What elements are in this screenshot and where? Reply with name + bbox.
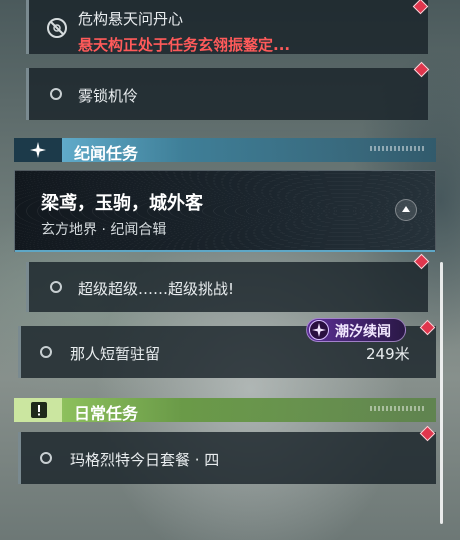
event-badge[interactable]: 潮汐续闻 <box>306 318 406 342</box>
quest-item-top-active[interactable]: 危构悬天问丹心 悬天构正处于任务玄翎振鍪定... <box>26 0 428 54</box>
section-header-story[interactable]: 纪闻任务 <box>14 138 436 163</box>
featured-accent-line <box>15 250 435 252</box>
quest-warning-text: 悬天构正处于任务玄翎振鍪定... <box>78 36 291 54</box>
quest-item-bar <box>18 432 21 484</box>
step-circle-icon <box>50 281 62 293</box>
featured-quest-subtitle: 玄方地界 · 纪闻合辑 <box>41 222 167 238</box>
quest-distance: 249米 <box>366 345 410 363</box>
section-header-iconbox <box>14 398 62 422</box>
step-circle-icon <box>40 346 52 358</box>
quest-item-bar <box>26 262 29 312</box>
sparkle-icon <box>30 142 46 158</box>
section-header-iconbox <box>14 138 62 162</box>
step-circle-icon <box>40 452 52 464</box>
quest-step-label: 玛格烈特今日套餐 · 四 <box>70 451 220 469</box>
header-decoration <box>370 406 424 411</box>
scrollbar[interactable] <box>440 262 443 524</box>
collapse-arrow-icon[interactable] <box>395 199 417 221</box>
quest-item-bar <box>18 326 21 378</box>
exclamation-icon <box>31 402 47 418</box>
quest-step-item[interactable]: 超级超级……超级挑战! <box>26 262 428 312</box>
quest-title: 危构悬天问丹心 <box>78 10 184 28</box>
featured-quest-card[interactable]: 梁鸢，玉驹，城外客 玄方地界 · 纪闻合辑 <box>14 170 436 252</box>
section-header-label: 日常任务 <box>74 404 139 423</box>
tide-star-icon <box>309 320 329 340</box>
section-header-daily[interactable]: 日常任务 <box>14 398 436 423</box>
quest-step-item[interactable]: 雾锁机伶 <box>26 68 428 120</box>
quest-item-bar <box>26 68 29 120</box>
section-header-label: 纪闻任务 <box>74 144 139 163</box>
quest-step-label: 雾锁机伶 <box>78 87 139 105</box>
event-badge-label: 潮汐续闻 <box>335 324 391 340</box>
no-entry-icon <box>47 18 67 38</box>
quest-item-bar <box>26 0 29 54</box>
step-circle-icon <box>50 88 62 100</box>
header-decoration <box>370 146 424 151</box>
quest-step-label: 那人短暂驻留 <box>70 345 161 363</box>
quest-step-label: 超级超级……超级挑战! <box>78 280 235 298</box>
quest-step-item[interactable]: 玛格烈特今日套餐 · 四 <box>18 432 436 484</box>
featured-quest-title: 梁鸢，玉驹，城外客 <box>41 193 203 214</box>
